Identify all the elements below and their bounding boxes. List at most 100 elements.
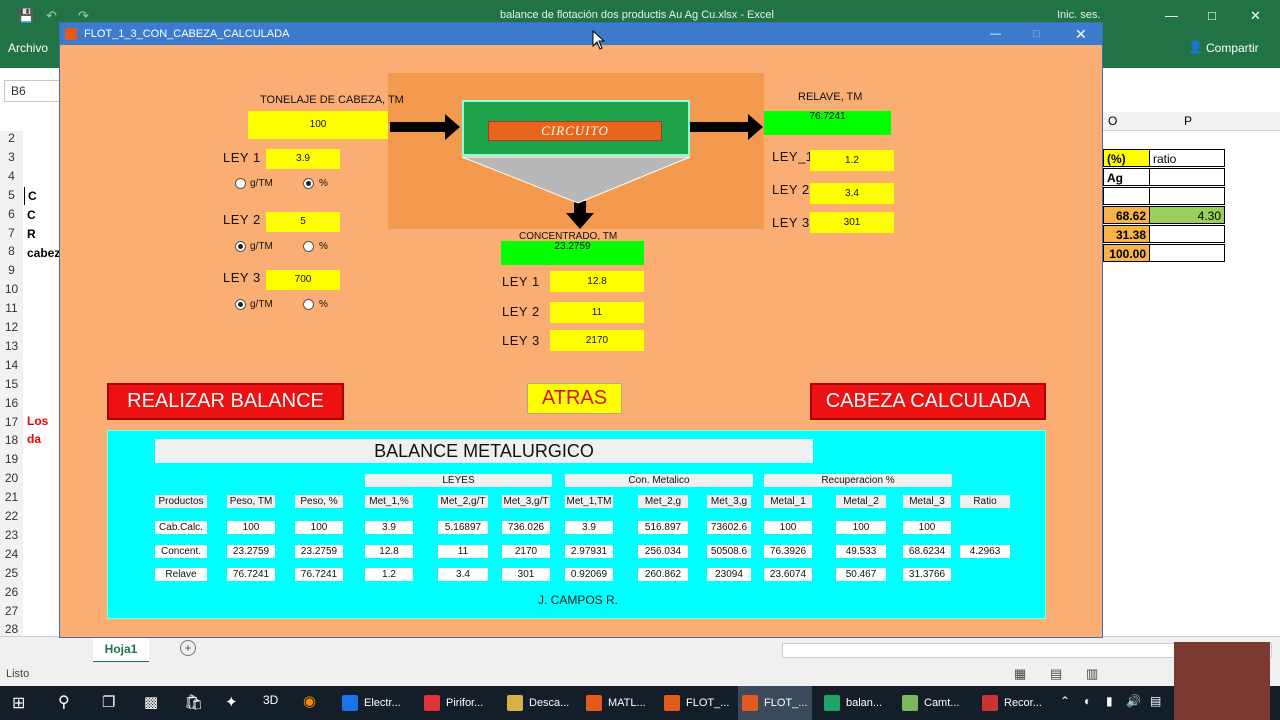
save-icon[interactable]: 💾: [18, 8, 34, 24]
windows-start-icon[interactable]: ⊞: [12, 693, 25, 713]
cell-p8[interactable]: [1149, 244, 1225, 262]
row-header[interactable]: 21: [0, 490, 23, 511]
page-break-icon[interactable]: ▥: [1086, 666, 1098, 682]
head-ley2-pct-radio[interactable]: [303, 241, 314, 252]
conc-ley3-input[interactable]: 2170: [550, 330, 644, 351]
row-header[interactable]: 27: [0, 603, 23, 624]
cell-p3[interactable]: ratio: [1149, 149, 1225, 167]
row-header[interactable]: 6: [0, 206, 23, 227]
firefox-icon[interactable]: ◉: [303, 692, 316, 710]
taskbar-item[interactable]: Recor...: [978, 686, 1052, 720]
row-header[interactable]: 25: [0, 565, 23, 586]
relave-ley1-input[interactable]: 1.2: [810, 150, 894, 171]
cell-o5[interactable]: [1103, 187, 1150, 205]
row-header[interactable]: 19: [0, 452, 23, 473]
tonelaje-input[interactable]: 100: [248, 111, 388, 139]
cell-r6[interactable]: C: [24, 206, 60, 224]
file-menu[interactable]: Archivo: [8, 41, 48, 55]
close-icon[interactable]: ✕: [1250, 8, 1261, 24]
row-header[interactable]: 20: [0, 471, 23, 492]
row-header[interactable]: 24: [0, 546, 23, 567]
row-header[interactable]: 11: [0, 301, 23, 322]
cell-o8[interactable]: 100.00: [1103, 244, 1150, 262]
head-ley1-input[interactable]: 3.9: [266, 149, 340, 169]
row-header[interactable]: 17: [0, 414, 23, 435]
row-header[interactable]: 3: [0, 149, 23, 170]
terminal-icon[interactable]: ▩: [144, 693, 158, 711]
conc-ley1-input[interactable]: 12.8: [550, 271, 644, 292]
head-ley1-pct-radio[interactable]: [303, 178, 314, 189]
cell-o4[interactable]: Ag: [1103, 168, 1150, 186]
head-ley3-gtm-radio[interactable]: [235, 299, 246, 310]
row-header[interactable]: 8: [0, 244, 23, 265]
row-header[interactable]: 16: [0, 395, 23, 416]
taskbar-item[interactable]: balan...: [820, 686, 894, 720]
relave-ley2-input[interactable]: 3.4: [810, 183, 894, 204]
row-header[interactable]: 18: [0, 433, 23, 454]
cabeza-calculada-button[interactable]: CABEZA CALCULADA: [810, 383, 1046, 420]
cell-p6[interactable]: 4.30: [1149, 206, 1225, 224]
tray-chevron-icon[interactable]: ⌃: [1060, 694, 1070, 708]
row-header[interactable]: 5: [0, 187, 23, 208]
store-icon[interactable]: 🛍: [184, 693, 203, 711]
row-header[interactable]: 7: [0, 225, 23, 246]
row-header[interactable]: 15: [0, 376, 23, 397]
taskbar-item[interactable]: Camt...: [898, 686, 972, 720]
head-ley2-input[interactable]: 5: [266, 212, 340, 232]
network-icon[interactable]: ◐: [1084, 694, 1091, 708]
search-icon[interactable]: ⚲: [58, 692, 70, 712]
cell-r8[interactable]: cabez: [24, 244, 60, 262]
page-layout-icon[interactable]: ▤: [1050, 666, 1062, 682]
taskbar-item[interactable]: MATL...: [582, 686, 656, 720]
taskbar-item[interactable]: FLOT_...: [660, 686, 734, 720]
row-header[interactable]: 22: [0, 509, 23, 529]
task-view-icon[interactable]: ❐: [102, 693, 115, 711]
relave-ley3-input[interactable]: 301: [810, 212, 894, 233]
signin-link[interactable]: Inic. ses.: [1057, 9, 1100, 21]
cell-r5[interactable]: C: [24, 187, 60, 205]
column-p-header[interactable]: P: [1184, 114, 1192, 128]
share-button[interactable]: Compartir: [1206, 41, 1259, 55]
row-header[interactable]: 2: [0, 131, 23, 151]
add-sheet-icon[interactable]: +: [180, 640, 196, 656]
cell-p4[interactable]: [1149, 168, 1225, 186]
row-header[interactable]: 4: [0, 168, 23, 189]
row-header[interactable]: 23: [0, 527, 23, 548]
normal-view-icon[interactable]: ▦: [1014, 666, 1026, 682]
head-ley1-gtm-radio[interactable]: [235, 178, 246, 189]
conc-ley2-input[interactable]: 11: [550, 302, 644, 323]
realizar-balance-button[interactable]: REALIZAR BALANCE: [107, 383, 344, 420]
share-icon[interactable]: 👤: [1188, 40, 1203, 54]
sheet-tab-hoja1[interactable]: Hoja1: [93, 637, 149, 664]
row-header[interactable]: 26: [0, 584, 23, 605]
row-header[interactable]: 9: [0, 263, 23, 284]
name-box[interactable]: B6: [4, 80, 62, 102]
battery-icon[interactable]: ▮: [1106, 694, 1113, 708]
3d-viewer-icon[interactable]: 3D: [263, 693, 278, 707]
cell-o3[interactable]: (%): [1103, 149, 1150, 167]
column-o-header[interactable]: O: [1108, 114, 1117, 128]
head-ley3-pct-radio[interactable]: [303, 299, 314, 310]
taskbar-item[interactable]: Pirifor...: [420, 686, 494, 720]
app-icon[interactable]: ✦: [225, 693, 238, 711]
notification-icon[interactable]: ▤: [1150, 694, 1161, 708]
row-header[interactable]: 12: [0, 320, 23, 340]
taskbar-item[interactable]: Desca...: [503, 686, 577, 720]
restore-icon[interactable]: □: [1208, 8, 1216, 23]
cell-p7[interactable]: [1149, 225, 1225, 243]
cell-o6[interactable]: 68.62: [1103, 206, 1150, 224]
atras-button[interactable]: ATRAS: [527, 383, 622, 414]
cell-p5[interactable]: [1149, 187, 1225, 205]
taskbar-item[interactable]: Electr...: [338, 686, 412, 720]
cell-r7[interactable]: R: [24, 225, 60, 243]
volume-icon[interactable]: 🔊: [1126, 694, 1141, 708]
row-header[interactable]: 10: [0, 282, 23, 303]
undo-icon[interactable]: ↶: [46, 8, 57, 24]
head-ley2-gtm-radio[interactable]: [235, 241, 246, 252]
taskbar-item[interactable]: FLOT_...: [738, 686, 812, 720]
row-header[interactable]: 14: [0, 357, 23, 378]
row-header[interactable]: 13: [0, 338, 23, 359]
head-ley3-input[interactable]: 700: [266, 270, 340, 290]
cell-o7[interactable]: 31.38: [1103, 225, 1150, 243]
cell-r17[interactable]: Los da: [24, 412, 60, 446]
